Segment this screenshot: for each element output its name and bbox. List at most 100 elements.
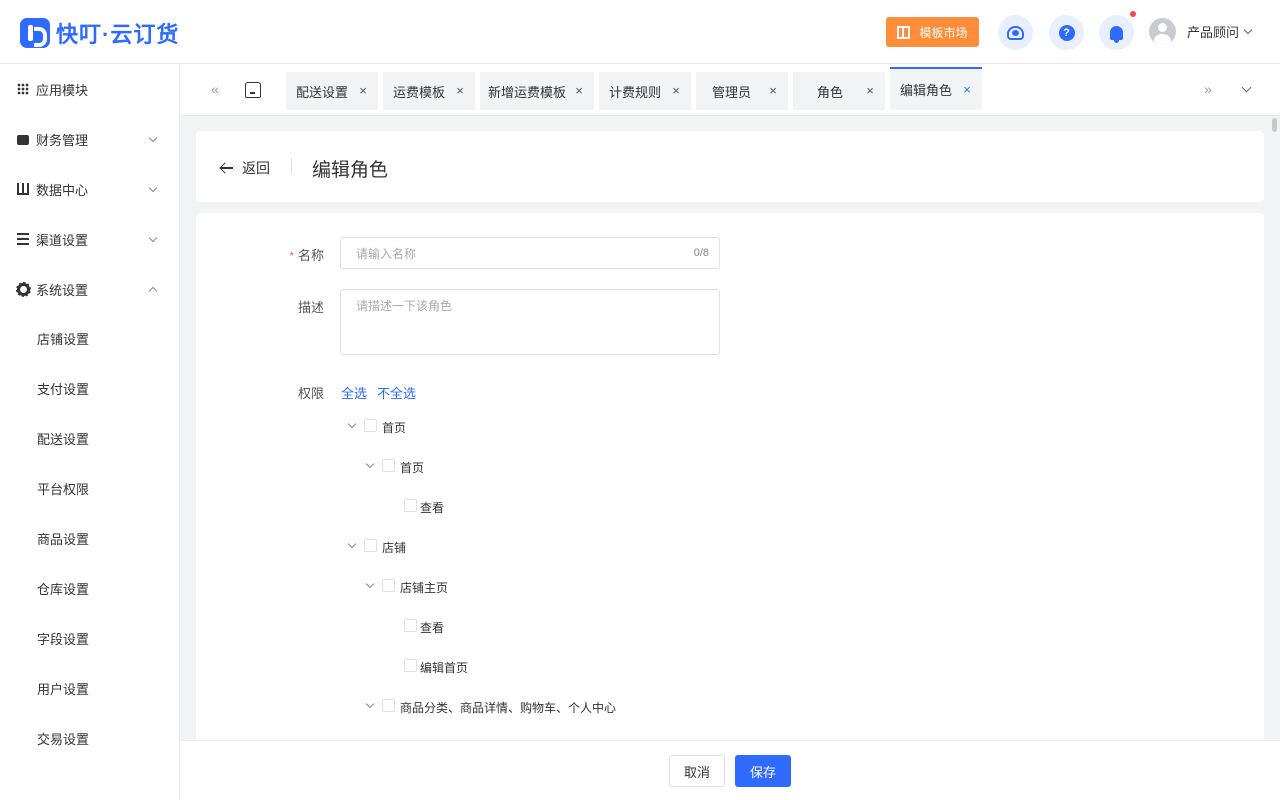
logo-text: 快叮·云订货 <box>56 22 180 47</box>
name-char-count: 0/8 <box>693 247 709 259</box>
tabs-scroll-left-icon[interactable]: « <box>208 82 222 96</box>
tab-label: 运费模板 <box>393 84 446 100</box>
sidebar-item-system[interactable]: 系统设置 <box>0 269 179 309</box>
sidebar-subitem-product[interactable]: 商品设置 <box>0 518 179 558</box>
tab-edit-role[interactable]: 编辑角色 × <box>890 67 982 110</box>
chevron-down-icon <box>1243 25 1253 34</box>
permission-tree-node[interactable]: 编辑首页 <box>384 656 884 676</box>
sidebar-item-app-modules[interactable]: 应用模块 <box>0 69 179 109</box>
home-icon[interactable] <box>245 82 261 98</box>
avatar <box>1149 18 1176 45</box>
name-label-text: 名称 <box>297 248 324 263</box>
permission-label: 首页 <box>382 421 407 435</box>
scrollbar[interactable] <box>1268 116 1280 740</box>
sidebar-item-channel[interactable]: 渠道设置 <box>0 219 179 259</box>
close-icon[interactable]: × <box>768 84 778 97</box>
permission-tree-node[interactable]: 商品分类、商品详情、购物车、个人中心 <box>366 696 866 716</box>
logo-mark-icon <box>20 18 50 48</box>
sidebar-subitem-store[interactable]: 店铺设置 <box>0 318 179 358</box>
close-icon[interactable]: × <box>455 84 465 97</box>
sidebar-item-label: 应用模块 <box>36 82 89 98</box>
list-icon <box>17 233 29 245</box>
chevron-down-icon[interactable] <box>366 702 374 710</box>
tab-billing-rules[interactable]: 计费规则 × <box>599 72 691 110</box>
select-all-link[interactable]: 全选 <box>341 383 367 402</box>
tab-delivery-settings[interactable]: 配送设置 × <box>286 72 378 110</box>
scrollbar-thumb[interactable] <box>1272 118 1277 132</box>
tab-add-shipping-template[interactable]: 新增运费模板 × <box>480 72 594 110</box>
permission-checkbox[interactable] <box>364 539 377 552</box>
permission-label: 权限 <box>297 386 324 401</box>
name-input[interactable]: 请输入名称 0/8 <box>340 237 720 269</box>
app-logo[interactable]: 快叮·云订货 <box>20 17 179 49</box>
back-label: 返回 <box>242 160 270 176</box>
help-icon: ? <box>1058 24 1075 41</box>
template-market-button[interactable]: 模板市场 <box>886 17 979 47</box>
permission-tree-node[interactable]: 首页 <box>348 416 848 436</box>
customer-service-button[interactable] <box>998 15 1033 50</box>
permission-tree-node[interactable]: 首页 <box>366 456 866 476</box>
chevron-down-icon <box>148 233 158 242</box>
deselect-all-link[interactable]: 不全选 <box>377 383 416 402</box>
permission-tree-node[interactable]: 查看 <box>384 616 884 636</box>
tab-shipping-template[interactable]: 运费模板 × <box>383 72 475 110</box>
permission-tree-node[interactable]: 查看 <box>384 496 884 516</box>
permission-tree-node[interactable]: 店铺主页 <box>366 576 866 596</box>
tab-label: 角色 <box>817 84 844 100</box>
close-icon[interactable]: × <box>574 84 584 97</box>
description-textarea[interactable]: 请描述一下该角色 <box>340 289 720 355</box>
permission-label: 编辑首页 <box>420 661 469 675</box>
bar-chart-icon <box>17 183 29 195</box>
tabs-dropdown-icon[interactable] <box>1241 82 1252 93</box>
sidebar-subitem-user[interactable]: 用户设置 <box>0 668 179 708</box>
permission-checkbox[interactable] <box>382 699 395 712</box>
sidebar-subitem-label: 支付设置 <box>37 381 90 397</box>
notification-button[interactable] <box>1099 15 1134 50</box>
description-label: 描述 <box>297 300 324 315</box>
template-market-label: 模板市场 <box>919 25 968 40</box>
cancel-button[interactable]: 取消 <box>669 755 725 787</box>
permission-checkbox[interactable] <box>382 579 395 592</box>
permission-label: 店铺主页 <box>400 581 449 595</box>
chevron-down-icon[interactable] <box>366 582 374 590</box>
close-icon[interactable]: × <box>962 83 972 96</box>
close-icon[interactable]: × <box>865 84 875 97</box>
sidebar-subitem-payment[interactable]: 支付设置 <box>0 368 179 408</box>
tab-label: 配送设置 <box>296 84 349 100</box>
back-button[interactable]: 返回 <box>220 158 270 178</box>
close-icon[interactable]: × <box>671 84 681 97</box>
top-header: 快叮·云订货 模板市场 ? 产品顾问 <box>0 0 1280 64</box>
tab-role[interactable]: 角色 × <box>793 72 885 110</box>
divider <box>291 158 292 174</box>
chevron-down-icon[interactable] <box>348 542 356 550</box>
tabs-scroll-right-icon[interactable]: » <box>1201 82 1215 96</box>
chevron-down-icon <box>148 183 158 192</box>
permission-tree-node[interactable]: 店铺 <box>348 536 848 556</box>
sidebar-subitem-trade[interactable]: 交易设置 <box>0 718 179 758</box>
sidebar-item-label: 系统设置 <box>36 282 89 298</box>
close-icon[interactable]: × <box>358 84 368 97</box>
chevron-down-icon[interactable] <box>366 462 374 470</box>
permission-checkbox[interactable] <box>404 659 417 672</box>
grid-icon <box>17 83 29 95</box>
sidebar-subitem-warehouse[interactable]: 仓库设置 <box>0 568 179 608</box>
permission-checkbox[interactable] <box>404 619 417 632</box>
chevron-down-icon[interactable] <box>348 422 356 430</box>
tab-label: 管理员 <box>712 84 752 100</box>
help-button[interactable]: ? <box>1049 15 1084 50</box>
permission-label: 查看 <box>420 501 445 515</box>
sidebar-subitem-delivery[interactable]: 配送设置 <box>0 418 179 458</box>
sidebar-subitem-platform-permission[interactable]: 平台权限 <box>0 468 179 508</box>
permission-checkbox[interactable] <box>404 499 417 512</box>
permission-checkbox[interactable] <box>382 459 395 472</box>
sidebar-subitem-field[interactable]: 字段设置 <box>0 618 179 658</box>
tab-admin[interactable]: 管理员 × <box>696 72 788 110</box>
sidebar-item-data-center[interactable]: 数据中心 <box>0 169 179 209</box>
sidebar-item-finance[interactable]: 财务管理 <box>0 119 179 159</box>
permission-label: 店铺 <box>382 541 407 555</box>
user-menu[interactable]: 产品顾问 <box>1149 18 1253 45</box>
permission-checkbox[interactable] <box>364 419 377 432</box>
sidebar-subitem-label: 店铺设置 <box>37 331 90 347</box>
save-button[interactable]: 保存 <box>735 755 791 787</box>
permission-label: 商品分类、商品详情、购物车、个人中心 <box>400 701 617 715</box>
